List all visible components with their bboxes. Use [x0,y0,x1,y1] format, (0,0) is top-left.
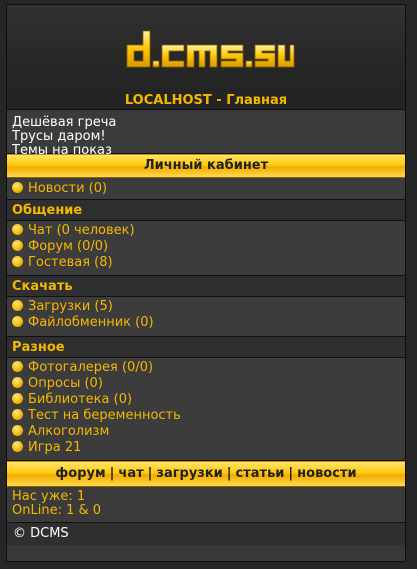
news-line: Дешёвая греча [12,115,117,130]
bottom-links-bar: форум | чат | загрузки | статьи | новости [7,461,405,487]
section-misc: Фотогалерея (0/0) Опросы (0) Библиотека … [7,358,405,461]
link-forum[interactable]: форум [55,466,105,481]
menu-item-label[interactable]: Новости (0) [28,181,107,196]
online-count[interactable]: OnLine: 1 & 0 [12,504,400,518]
bullet-icon [12,393,23,404]
menu-item-polls[interactable]: Опросы (0) [11,376,401,392]
bullet-icon [12,224,23,235]
menu-item-label[interactable]: Чат (0 человек) [28,223,135,238]
site-stats: Нас уже: 1 OnLine: 1 & 0 [7,487,405,523]
menu-item-label[interactable]: Опросы (0) [28,376,103,391]
section-header-misc: Разное [7,337,405,358]
link-separator: | [147,466,153,481]
menu-item-label[interactable]: Загрузки (5) [28,299,113,314]
menu-item-label[interactable]: Библиотека (0) [28,392,132,407]
link-articles[interactable]: статьи [236,466,285,481]
link-separator: | [109,466,115,481]
bullet-icon [12,316,23,327]
menu-item-guestbook[interactable]: Гостевая (8) [11,255,401,271]
link-chat[interactable]: чат [118,466,143,481]
menu-item-forum[interactable]: Форум (0/0) [11,239,401,255]
link-downloads[interactable]: загрузки [156,466,222,481]
menu-item-file-exchange[interactable]: Файлобменник (0) [11,315,401,331]
section-communication: Чат (0 человек) Форум (0/0) Гостевая (8) [7,221,405,276]
bullet-icon [12,425,23,436]
users-count: Нас уже: 1 [12,489,86,504]
menu-item-label[interactable]: Гостевая (8) [28,255,113,270]
news-ticker: Дешёвая греча Трусы даром! Темы на показ [7,110,405,158]
menu-item-library[interactable]: Библиотека (0) [11,392,401,408]
menu-top: Новости (0) [7,178,405,200]
bullet-icon [12,409,23,420]
bullet-icon [12,256,23,267]
menu-item-label[interactable]: Файлобменник (0) [28,315,154,330]
bullet-icon [12,441,23,452]
menu-item-game-21[interactable]: Игра 21 [11,440,401,456]
footer-copyright: © DCMS [7,523,405,545]
menu-item-photo-gallery[interactable]: Фотогалерея (0/0) [11,360,401,376]
bullet-icon [12,377,23,388]
menu-item-label[interactable]: Форум (0/0) [28,239,108,254]
menu-item-alcoholism[interactable]: Алкоголизм [11,424,401,440]
section-download: Загрузки (5) Файлобменник (0) [7,297,405,337]
menu-item-label[interactable]: Алкоголизм [28,424,109,439]
link-separator: | [288,466,294,481]
bullet-icon [12,361,23,372]
news-line: Трусы даром! [12,129,106,144]
menu-item-chat[interactable]: Чат (0 человек) [11,223,401,239]
page-title: LOCALHOST - Главная [124,93,288,108]
bullet-icon [12,240,23,251]
menu-item-label[interactable]: Фотогалерея (0/0) [28,360,153,375]
bullet-icon [12,300,23,311]
menu-item-downloads[interactable]: Загрузки (5) [11,299,401,315]
bullet-icon [12,182,23,193]
menu-item-label[interactable]: Тест на беременность [28,408,181,423]
section-header-communication: Общение [7,200,405,221]
page-container: LOCALHOST - Главная Дешёвая греча Трусы … [6,4,406,562]
header: LOCALHOST - Главная [7,5,405,110]
section-header-download: Скачать [7,276,405,297]
menu-item-label[interactable]: Игра 21 [28,440,81,455]
menu-item-pregnancy-test[interactable]: Тест на беременность [11,408,401,424]
dcms-logo[interactable] [125,29,295,73]
menu-item-news[interactable]: Новости (0) [11,181,401,197]
link-news[interactable]: новости [297,466,356,481]
link-separator: | [226,466,232,481]
